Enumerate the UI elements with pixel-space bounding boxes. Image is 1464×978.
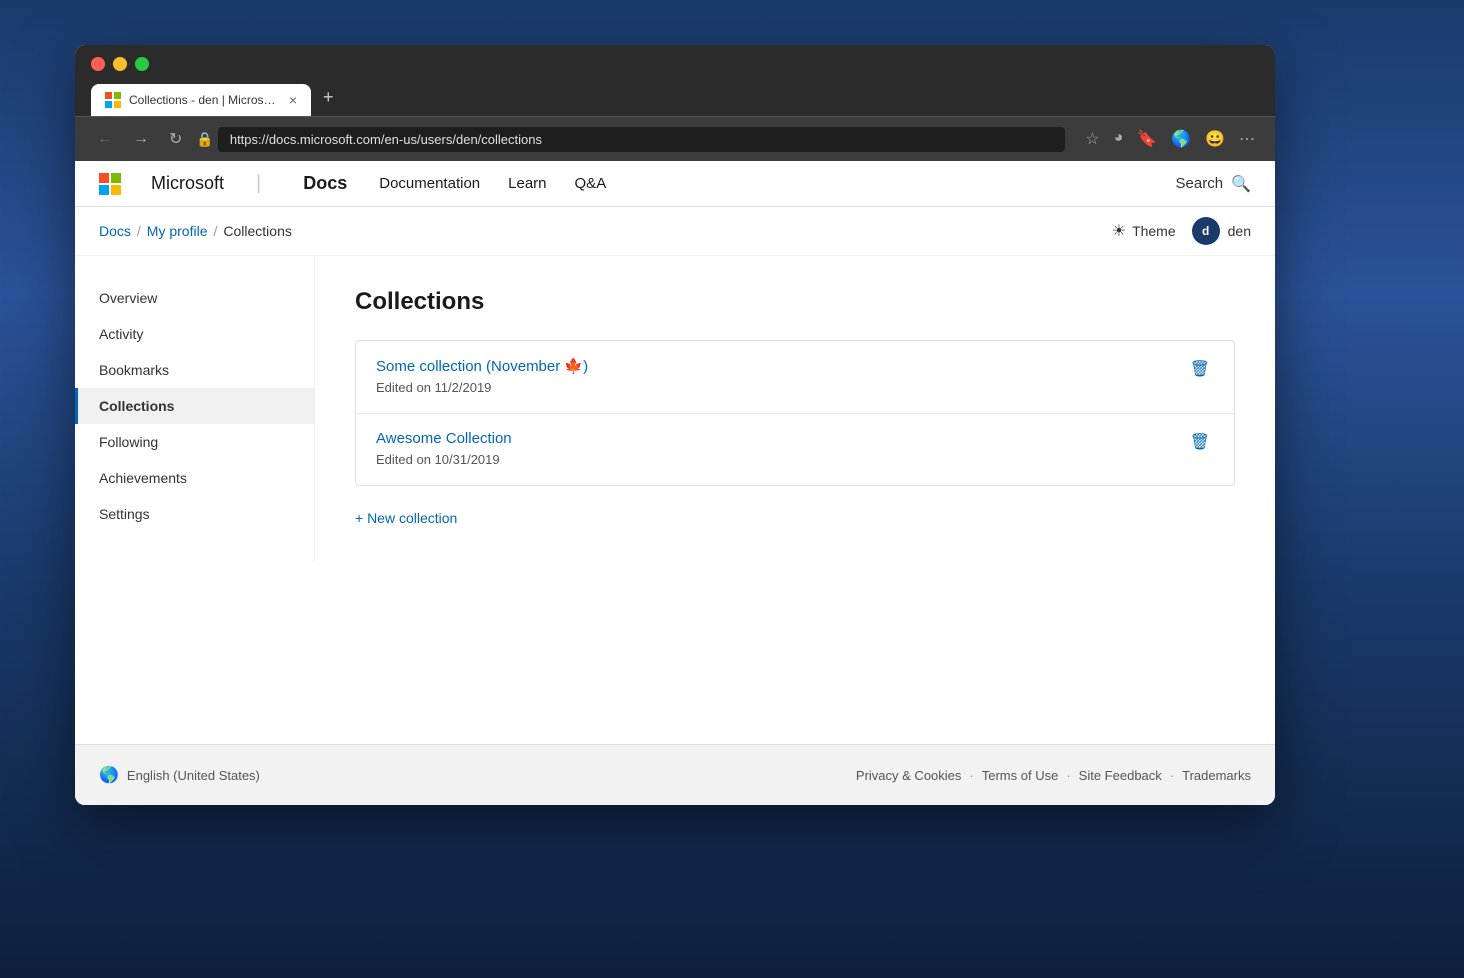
footer-trademarks[interactable]: Trademarks — [1182, 768, 1251, 783]
globe-icon: 🌎 — [99, 765, 119, 785]
profile-icon[interactable]: 🌎 — [1167, 125, 1195, 153]
new-tab-button[interactable]: + — [313, 81, 344, 114]
nav-documentation[interactable]: Documentation — [367, 171, 492, 196]
site-nav: Documentation Learn Q&A — [367, 171, 618, 196]
main-layout: Overview Activity Bookmarks Collections … — [75, 256, 1275, 562]
page-content: Microsoft | Docs Documentation Learn Q&A… — [75, 161, 1275, 805]
tab-favicon — [105, 92, 121, 108]
address-bar: ← → ↻ 🔒 ☆ ◕ 🔖 🌎 😀 ⋯ — [75, 116, 1275, 161]
back-button[interactable]: ← — [91, 126, 119, 152]
collection-name-1[interactable]: Some collection (November 🍁) — [376, 357, 588, 375]
breadcrumb-my-profile[interactable]: My profile — [147, 223, 208, 239]
footer-terms[interactable]: Terms of Use — [982, 768, 1059, 783]
lock-icon: 🔒 — [196, 131, 213, 148]
ms-yellow-square — [111, 185, 121, 195]
traffic-lights — [91, 57, 1259, 71]
breadcrumb-current: Collections — [223, 223, 291, 239]
collections-card: Some collection (November 🍁) Edited on 1… — [355, 340, 1235, 486]
theme-button[interactable]: ☀ Theme — [1112, 221, 1176, 241]
theme-label: Theme — [1132, 223, 1176, 239]
ms-blue-square — [99, 185, 109, 195]
new-collection-button[interactable]: + New collection — [355, 506, 1235, 530]
star-icon[interactable]: ☆ — [1081, 125, 1103, 153]
sidebar-item-overview[interactable]: Overview — [75, 280, 314, 316]
search-icon: 🔍 — [1231, 174, 1251, 194]
collection-item-1: Some collection (November 🍁) Edited on 1… — [356, 341, 1234, 413]
menu-icon[interactable]: ⋯ — [1235, 125, 1259, 153]
collection-info-2: Awesome Collection Edited on 10/31/2019 — [376, 430, 512, 469]
delete-collection-1-button[interactable]: 🗑 — [1186, 355, 1214, 383]
breadcrumb-sep-1: / — [137, 223, 141, 239]
breadcrumb: Docs / My profile / Collections ☀ Theme … — [75, 207, 1275, 256]
refresh-button[interactable]: ↻ — [163, 125, 188, 153]
favorites-icon[interactable]: 🔖 — [1133, 125, 1161, 153]
tab-bar: Collections - den | Microsoft Do × + — [91, 81, 1259, 116]
logo-divider: | — [256, 172, 261, 195]
footer-privacy[interactable]: Privacy & Cookies — [856, 768, 961, 783]
breadcrumb-right: ☀ Theme d den — [1112, 217, 1251, 245]
search-label: Search — [1176, 175, 1224, 192]
locale-text: English (United States) — [127, 768, 260, 783]
sidebar-item-activity[interactable]: Activity — [75, 316, 314, 352]
close-button[interactable] — [91, 57, 105, 71]
user-profile[interactable]: d den — [1192, 217, 1251, 245]
collection-date-1: Edited on 11/2/2019 — [376, 380, 491, 395]
collection-date-2: Edited on 10/31/2019 — [376, 452, 500, 467]
breadcrumb-sep-2: / — [213, 223, 217, 239]
browser-chrome: Collections - den | Microsoft Do × + — [75, 45, 1275, 116]
footer-dot-2: · — [1066, 768, 1070, 783]
minimize-button[interactable] — [113, 57, 127, 71]
site-footer: 🌎 English (United States) Privacy & Cook… — [75, 744, 1275, 805]
ms-red-square — [99, 173, 109, 183]
tab-title: Collections - den | Microsoft Do — [129, 93, 281, 107]
footer-dot-1: · — [969, 768, 973, 783]
sidebar: Overview Activity Bookmarks Collections … — [75, 256, 315, 562]
content-area: Collections Some collection (November 🍁)… — [315, 256, 1275, 562]
tab-close-icon[interactable]: × — [289, 93, 297, 107]
sidebar-item-achievements[interactable]: Achievements — [75, 460, 314, 496]
toolbar-icons: ☆ ◕ 🔖 🌎 😀 ⋯ — [1081, 125, 1259, 153]
breadcrumb-docs[interactable]: Docs — [99, 223, 131, 239]
active-tab[interactable]: Collections - den | Microsoft Do × — [91, 84, 311, 116]
browser-window: Collections - den | Microsoft Do × + ← →… — [75, 45, 1275, 805]
maximize-button[interactable] — [135, 57, 149, 71]
page-title: Collections — [355, 288, 1235, 316]
footer-links: Privacy & Cookies · Terms of Use · Site … — [856, 768, 1251, 783]
sun-icon: ☀ — [1112, 221, 1126, 241]
emoji-icon[interactable]: 😀 — [1201, 125, 1229, 153]
nav-qa[interactable]: Q&A — [563, 171, 619, 196]
footer-locale: 🌎 English (United States) — [99, 765, 260, 785]
forward-button[interactable]: → — [127, 126, 155, 152]
search-button[interactable]: Search 🔍 — [1176, 174, 1251, 194]
nav-learn[interactable]: Learn — [496, 171, 558, 196]
collection-info-1: Some collection (November 🍁) Edited on 1… — [376, 357, 588, 397]
microsoft-logo — [99, 173, 121, 195]
collection-item-2: Awesome Collection Edited on 10/31/2019 … — [356, 413, 1234, 485]
username: den — [1228, 223, 1251, 239]
url-input[interactable] — [218, 127, 1065, 152]
collection-name-2[interactable]: Awesome Collection — [376, 430, 512, 447]
avatar: d — [1192, 217, 1220, 245]
delete-collection-2-button[interactable]: 🗑 — [1186, 428, 1214, 456]
sidebar-item-following[interactable]: Following — [75, 424, 314, 460]
microsoft-wordmark: Microsoft — [151, 173, 224, 194]
footer-dot-3: · — [1170, 768, 1174, 783]
content-spacer — [75, 562, 1275, 744]
sidebar-item-settings[interactable]: Settings — [75, 496, 314, 532]
ms-green-square — [111, 173, 121, 183]
avatar-initials: d — [1202, 224, 1209, 238]
sidebar-item-bookmarks[interactable]: Bookmarks — [75, 352, 314, 388]
site-header: Microsoft | Docs Documentation Learn Q&A… — [75, 161, 1275, 207]
sidebar-item-collections[interactable]: Collections — [75, 388, 314, 424]
footer-feedback[interactable]: Site Feedback — [1079, 768, 1162, 783]
reload-icon[interactable]: ◕ — [1110, 125, 1128, 153]
docs-link[interactable]: Docs — [303, 173, 347, 194]
